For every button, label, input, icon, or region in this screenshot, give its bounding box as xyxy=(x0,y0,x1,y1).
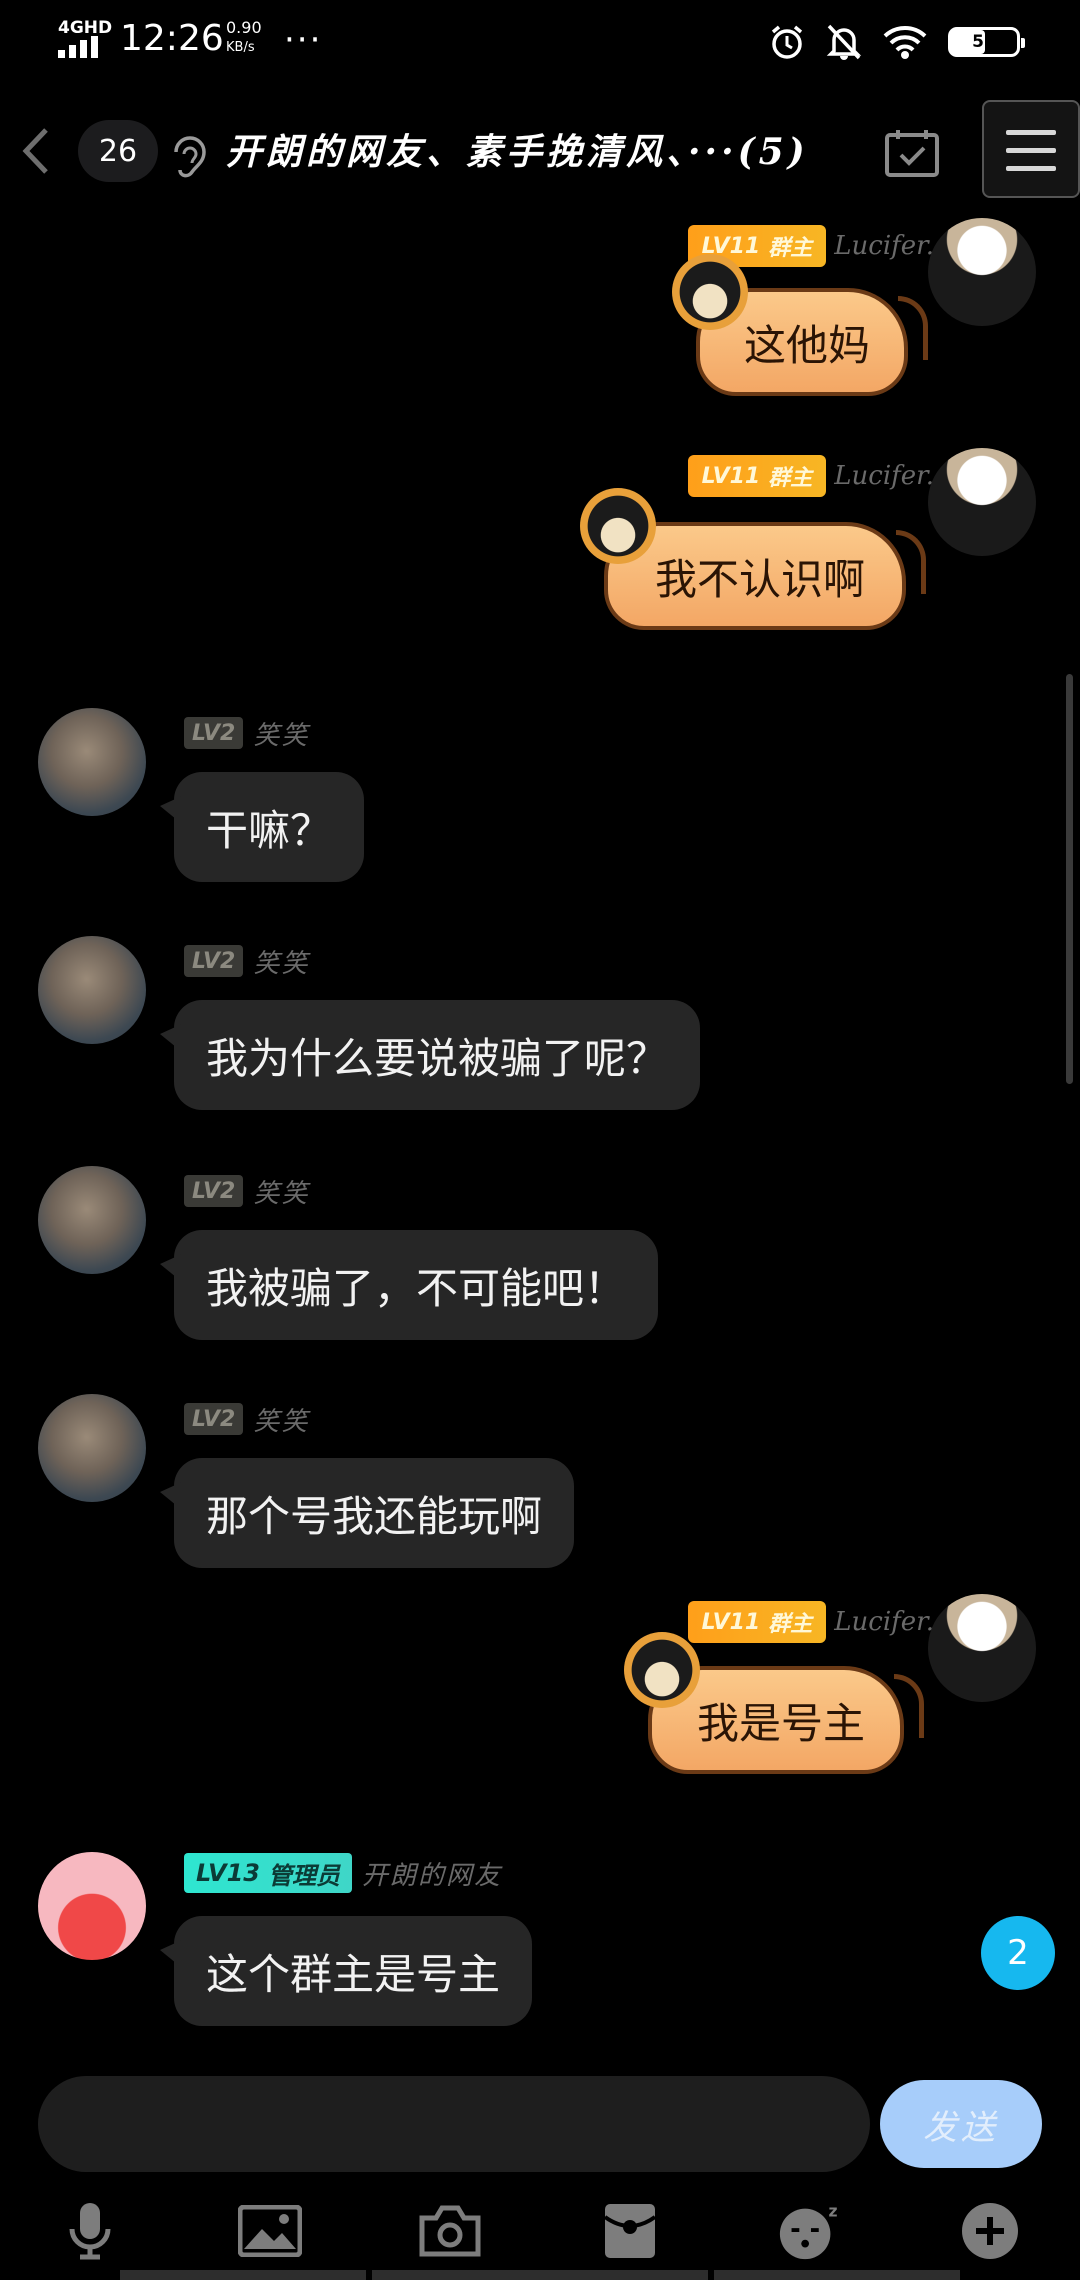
back-arrow-icon[interactable] xyxy=(12,120,64,182)
message-bubble[interactable]: 我为什么要说被骗了呢？ xyxy=(159,1000,701,1110)
network-speed: 0.90 KB/s xyxy=(226,18,262,55)
owner-level-badge: LV11 群主 xyxy=(687,455,827,497)
sender-name: 笑笑 xyxy=(253,1406,310,1437)
camera-icon[interactable] xyxy=(416,2198,484,2264)
message-list[interactable]: LV11 群主 Lucifer. 这他妈 LV11 群主 Lucifer. 我不认识… xyxy=(0,204,1080,2064)
earpiece-mode-icon[interactable] xyxy=(168,134,208,180)
alarm-icon xyxy=(771,25,803,59)
message-bubble[interactable]: 我被骗了，不可能吧！ xyxy=(159,1230,659,1340)
message-bubble[interactable]: 那个号我还能玩啊 xyxy=(159,1458,575,1568)
emoji-icon[interactable]: z xyxy=(776,2198,844,2264)
penguin-sticker-icon xyxy=(580,488,656,564)
group-title[interactable]: 开朗的网友、素手挽清风、···(5) xyxy=(226,122,866,182)
scrollbar[interactable] xyxy=(1066,674,1073,1084)
composer: 发送 xyxy=(0,2076,1080,2172)
image-icon[interactable] xyxy=(236,2198,304,2264)
avatar[interactable] xyxy=(38,1394,146,1502)
admin-level-badge: LV13 管理员 xyxy=(184,1853,352,1893)
plus-icon[interactable] xyxy=(956,2198,1024,2264)
sender-name: 笑笑 xyxy=(253,948,310,979)
avatar[interactable] xyxy=(38,1166,146,1274)
svg-text:z: z xyxy=(828,2202,837,2220)
more-notifications-icon: ··· xyxy=(284,20,323,60)
sender-name: 笑笑 xyxy=(253,720,310,751)
network-indicator: 4GHD xyxy=(58,18,113,38)
sender-name: 开朗的网友 xyxy=(361,1860,502,1891)
sender-name: Lucifer. xyxy=(834,1607,934,1637)
avatar[interactable] xyxy=(38,708,146,816)
sender-name: Lucifer. xyxy=(834,461,934,491)
level-badge: LV2 xyxy=(184,717,244,749)
message-bubble[interactable]: 这个群主是号主 xyxy=(159,1916,533,2026)
sender-name: 笑笑 xyxy=(253,1178,310,1209)
level-badge: LV2 xyxy=(184,1175,244,1207)
penguin-sticker-icon xyxy=(672,254,748,330)
avatar[interactable] xyxy=(38,936,146,1044)
clock: 12:26 xyxy=(120,18,224,59)
avatar[interactable] xyxy=(928,218,1036,326)
owner-level-badge: LV11 群主 xyxy=(687,1601,827,1643)
avatar[interactable] xyxy=(928,448,1036,556)
message-bubble[interactable]: 我不认识啊 xyxy=(580,488,926,630)
new-message-count-badge[interactable]: 2 xyxy=(981,1916,1055,1990)
avatar[interactable] xyxy=(928,1594,1036,1702)
group-calendar-icon[interactable] xyxy=(884,128,940,178)
input-toolbar: z xyxy=(0,2180,1080,2280)
microphone-icon[interactable] xyxy=(56,2198,124,2264)
mute-bell-icon xyxy=(826,24,862,60)
menu-button[interactable] xyxy=(982,100,1080,198)
level-badge: LV2 xyxy=(184,1403,244,1435)
avatar[interactable] xyxy=(38,1852,146,1960)
status-bar: 4GHD 12:26 0.90 KB/s ··· 51 xyxy=(0,0,1080,80)
chat-header: 26 开朗的网友、素手挽清风、···(5) xyxy=(0,100,1080,204)
message-bubble[interactable]: 我是号主 xyxy=(624,1632,924,1774)
wifi-icon xyxy=(883,26,927,59)
nav-divider xyxy=(714,2270,960,2280)
battery-icon: 51 xyxy=(948,27,1025,57)
penguin-sticker-icon xyxy=(624,1632,700,1708)
sender-name: Lucifer. xyxy=(834,231,934,261)
unread-count-badge[interactable]: 26 xyxy=(78,120,158,182)
nav-divider xyxy=(372,2270,708,2280)
send-button[interactable]: 发送 xyxy=(880,2080,1042,2168)
message-input[interactable] xyxy=(38,2076,870,2172)
message-bubble[interactable]: 干嘛？ xyxy=(159,772,365,882)
message-bubble[interactable]: 这他妈 xyxy=(672,254,928,396)
red-packet-icon[interactable] xyxy=(596,2198,664,2264)
level-badge: LV2 xyxy=(184,945,244,977)
signal-icon xyxy=(58,36,104,58)
nav-divider xyxy=(120,2270,366,2280)
